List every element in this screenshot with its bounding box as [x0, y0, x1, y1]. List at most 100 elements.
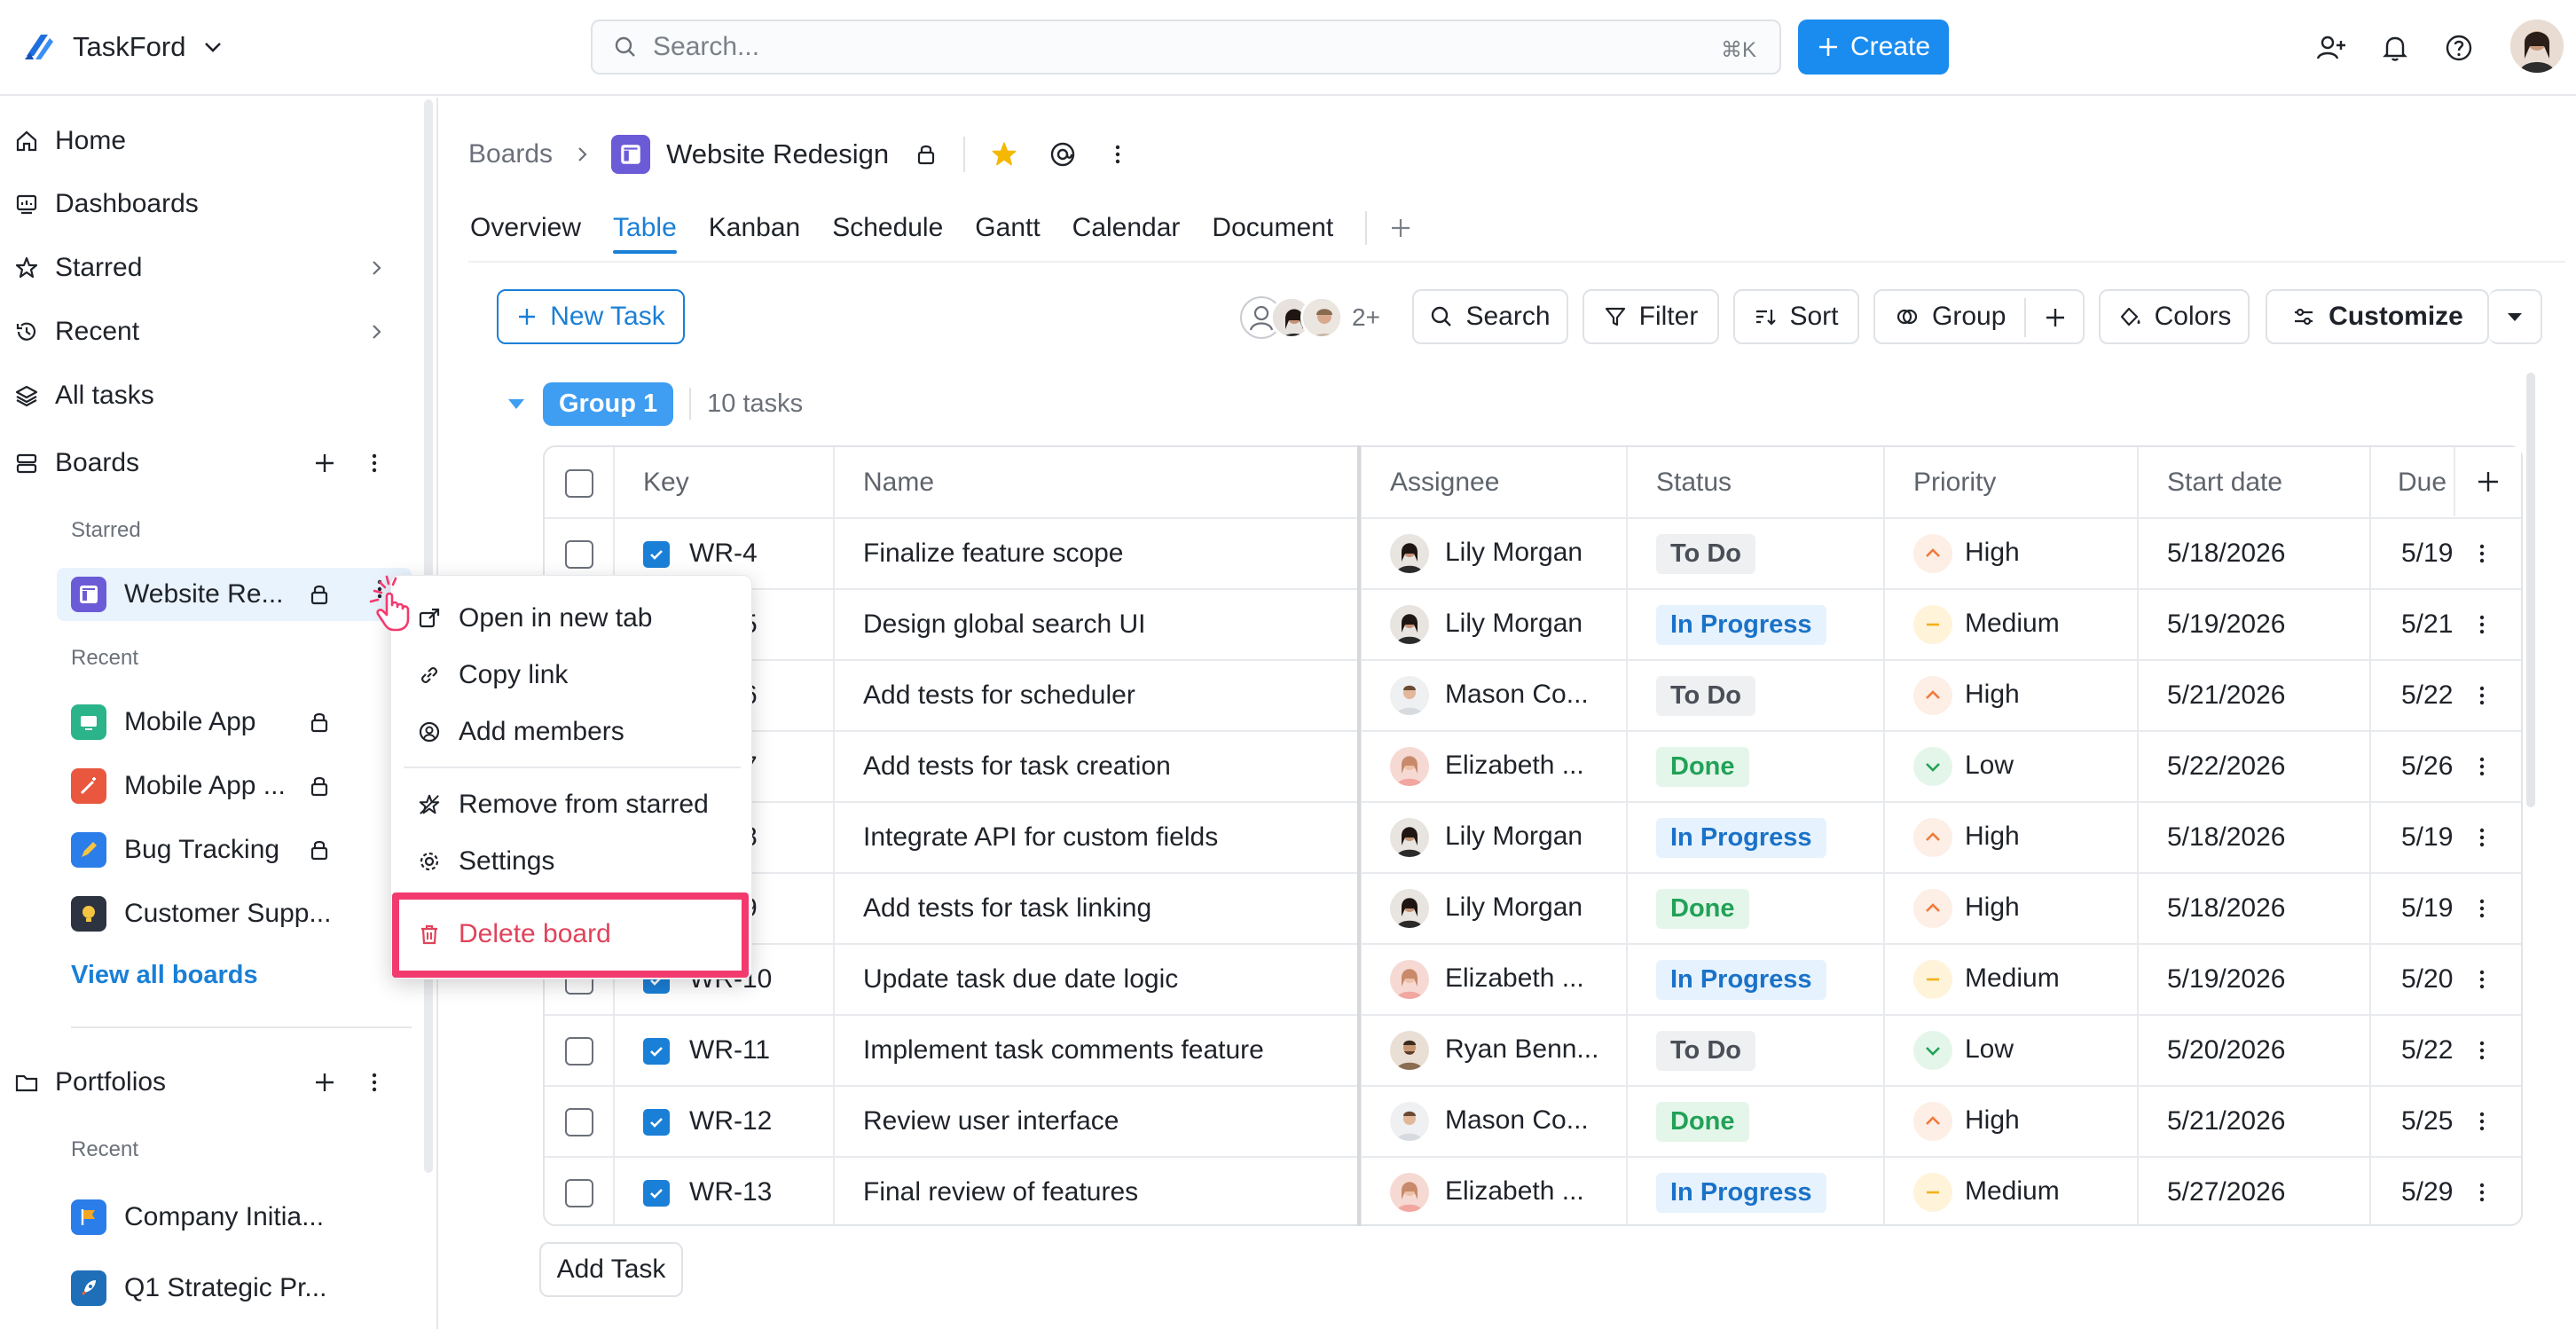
- task-name-cell[interactable]: Update task due date logic: [834, 944, 1362, 1016]
- tab-schedule[interactable]: Schedule: [832, 213, 943, 243]
- status-cell[interactable]: Done: [1627, 731, 1885, 803]
- due-date-cell[interactable]: 5/20: [2370, 944, 2521, 1016]
- sort-button[interactable]: Sort: [1733, 289, 1859, 344]
- task-name-cell[interactable]: Integrate API for custom fields: [834, 802, 1362, 874]
- boards-more-icon[interactable]: [365, 451, 383, 476]
- sidebar-item-dashboards[interactable]: Dashboards: [14, 183, 199, 225]
- menu-item-open-new-tab[interactable]: Open in new tab: [418, 597, 652, 640]
- start-date-cell[interactable]: 5/21/2026: [2138, 660, 2371, 732]
- priority-cell[interactable]: Medium: [1884, 944, 2139, 1016]
- status-cell[interactable]: In Progress: [1627, 1157, 1885, 1224]
- assignee-cell[interactable]: Lily Morgan: [1361, 802, 1628, 874]
- menu-item-remove-starred[interactable]: Remove from starred: [418, 783, 709, 826]
- toolbar-more-dropdown[interactable]: [2489, 289, 2542, 344]
- colors-button[interactable]: Colors: [2099, 289, 2250, 344]
- column-header-priority[interactable]: Priority: [1884, 447, 2139, 519]
- more-options-icon[interactable]: [1109, 142, 1127, 167]
- add-board-icon[interactable]: [312, 451, 337, 476]
- add-portfolio-icon[interactable]: [312, 1070, 337, 1095]
- assignee-cell[interactable]: Lily Morgan: [1361, 589, 1628, 661]
- start-date-cell[interactable]: 5/27/2026: [2138, 1157, 2371, 1224]
- menu-item-copy-link[interactable]: Copy link: [418, 654, 568, 696]
- search-button[interactable]: Search: [1412, 289, 1568, 344]
- status-cell[interactable]: In Progress: [1627, 802, 1885, 874]
- watch-icon[interactable]: [1048, 140, 1077, 169]
- task-key-cell[interactable]: WR-13: [614, 1157, 835, 1224]
- breadcrumb-boards-link[interactable]: Boards: [468, 139, 553, 169]
- priority-cell[interactable]: Low: [1884, 731, 2139, 803]
- row-checkbox[interactable]: [545, 1086, 615, 1158]
- row-more-icon[interactable]: [2473, 540, 2491, 567]
- start-date-cell[interactable]: 5/18/2026: [2138, 802, 2371, 874]
- due-date-cell[interactable]: 5/21: [2370, 589, 2521, 661]
- start-date-cell[interactable]: 5/22/2026: [2138, 731, 2371, 803]
- start-date-cell[interactable]: 5/20/2026: [2138, 1015, 2371, 1087]
- row-more-icon[interactable]: [2473, 753, 2491, 780]
- menu-item-settings[interactable]: Settings: [418, 840, 554, 883]
- assignee-cell[interactable]: Elizabeth ...: [1361, 1157, 1628, 1224]
- task-name-cell[interactable]: Implement task comments feature: [834, 1015, 1362, 1087]
- add-task-button[interactable]: Add Task: [539, 1242, 683, 1297]
- sidebar-item-home[interactable]: Home: [14, 120, 126, 162]
- caret-down-icon[interactable]: [504, 391, 529, 416]
- chevron-right-icon[interactable]: [365, 257, 387, 279]
- table-row[interactable]: WR-11 Implement task comments feature Ryan…: [545, 1015, 2521, 1087]
- table-row[interactable]: WR-8Integrate API for custom fieldsLily …: [545, 802, 2521, 874]
- table-row[interactable]: WR-10Update task due date logicElizabeth…: [545, 944, 2521, 1016]
- assignee-cell[interactable]: Ryan Benn...: [1361, 1015, 1628, 1087]
- due-date-cell[interactable]: 5/25: [2370, 1086, 2521, 1158]
- table-scrollbar[interactable]: [2526, 373, 2535, 807]
- sidebar-portfolio-company-initiatives[interactable]: Company Initia...: [71, 1192, 324, 1242]
- add-view-icon[interactable]: [1388, 216, 1413, 240]
- row-more-icon[interactable]: [2473, 611, 2491, 638]
- task-name-cell[interactable]: Design global search UI: [834, 589, 1362, 661]
- column-header-key[interactable]: Key: [614, 447, 835, 519]
- sidebar-item-recent[interactable]: Recent: [14, 311, 139, 353]
- sidebar-portfolios-header[interactable]: Portfolios: [14, 1061, 166, 1104]
- tab-document[interactable]: Document: [1212, 213, 1333, 243]
- priority-cell[interactable]: Medium: [1884, 1157, 2139, 1224]
- view-all-boards-link[interactable]: View all boards: [71, 961, 258, 990]
- global-search[interactable]: Search... ⌘K: [591, 20, 1781, 75]
- add-column-button[interactable]: [2454, 447, 2521, 516]
- row-more-icon[interactable]: [2473, 824, 2491, 851]
- priority-cell[interactable]: High: [1884, 518, 2139, 590]
- new-task-button[interactable]: New Task: [497, 289, 685, 344]
- group-badge[interactable]: Group 1: [543, 381, 674, 426]
- due-date-cell[interactable]: 5/19: [2370, 873, 2521, 945]
- customize-button[interactable]: Customize: [2266, 289, 2489, 344]
- column-header-name[interactable]: Name: [834, 447, 1362, 519]
- priority-cell[interactable]: Low: [1884, 1015, 2139, 1087]
- table-row[interactable]: WR-12 Review user interface Mason Co... Don…: [545, 1086, 2521, 1158]
- status-cell[interactable]: Done: [1627, 873, 1885, 945]
- priority-cell[interactable]: Medium: [1884, 589, 2139, 661]
- assignee-cell[interactable]: Lily Morgan: [1361, 873, 1628, 945]
- task-key-cell[interactable]: WR-12: [614, 1086, 835, 1158]
- tab-table[interactable]: Table: [613, 213, 677, 254]
- tab-calendar[interactable]: Calendar: [1072, 213, 1181, 243]
- row-checkbox[interactable]: [545, 1157, 615, 1224]
- status-cell[interactable]: Done: [1627, 1086, 1885, 1158]
- help-icon[interactable]: [2441, 30, 2477, 66]
- sidebar-item-starred[interactable]: Starred: [14, 247, 142, 289]
- tab-overview[interactable]: Overview: [470, 213, 581, 243]
- sidebar-board-website-redesign[interactable]: Website Re...: [71, 570, 284, 619]
- status-cell[interactable]: To Do: [1627, 518, 1885, 590]
- table-row[interactable]: WR-13 Final review of features Elizabeth .…: [545, 1157, 2521, 1224]
- invite-user-icon[interactable]: [2313, 30, 2349, 66]
- row-more-icon[interactable]: [2473, 682, 2491, 709]
- sidebar-board-mobile-app-2[interactable]: Mobile App ...: [71, 761, 286, 811]
- start-date-cell[interactable]: 5/18/2026: [2138, 518, 2371, 590]
- row-more-icon[interactable]: [2473, 1108, 2491, 1135]
- priority-cell[interactable]: High: [1884, 1086, 2139, 1158]
- assignee-cell[interactable]: Lily Morgan: [1361, 518, 1628, 590]
- row-more-icon[interactable]: [2473, 895, 2491, 922]
- due-date-cell[interactable]: 5/22: [2370, 1015, 2521, 1087]
- status-cell[interactable]: To Do: [1627, 1015, 1885, 1087]
- row-checkbox[interactable]: [545, 1015, 615, 1087]
- due-date-cell[interactable]: 5/19: [2370, 802, 2521, 874]
- sidebar-portfolio-q1-strategic[interactable]: Q1 Strategic Pr...: [71, 1263, 326, 1313]
- row-more-icon[interactable]: [2473, 1179, 2491, 1206]
- tab-gantt[interactable]: Gantt: [975, 213, 1040, 243]
- group-button[interactable]: Group: [1873, 289, 2085, 344]
